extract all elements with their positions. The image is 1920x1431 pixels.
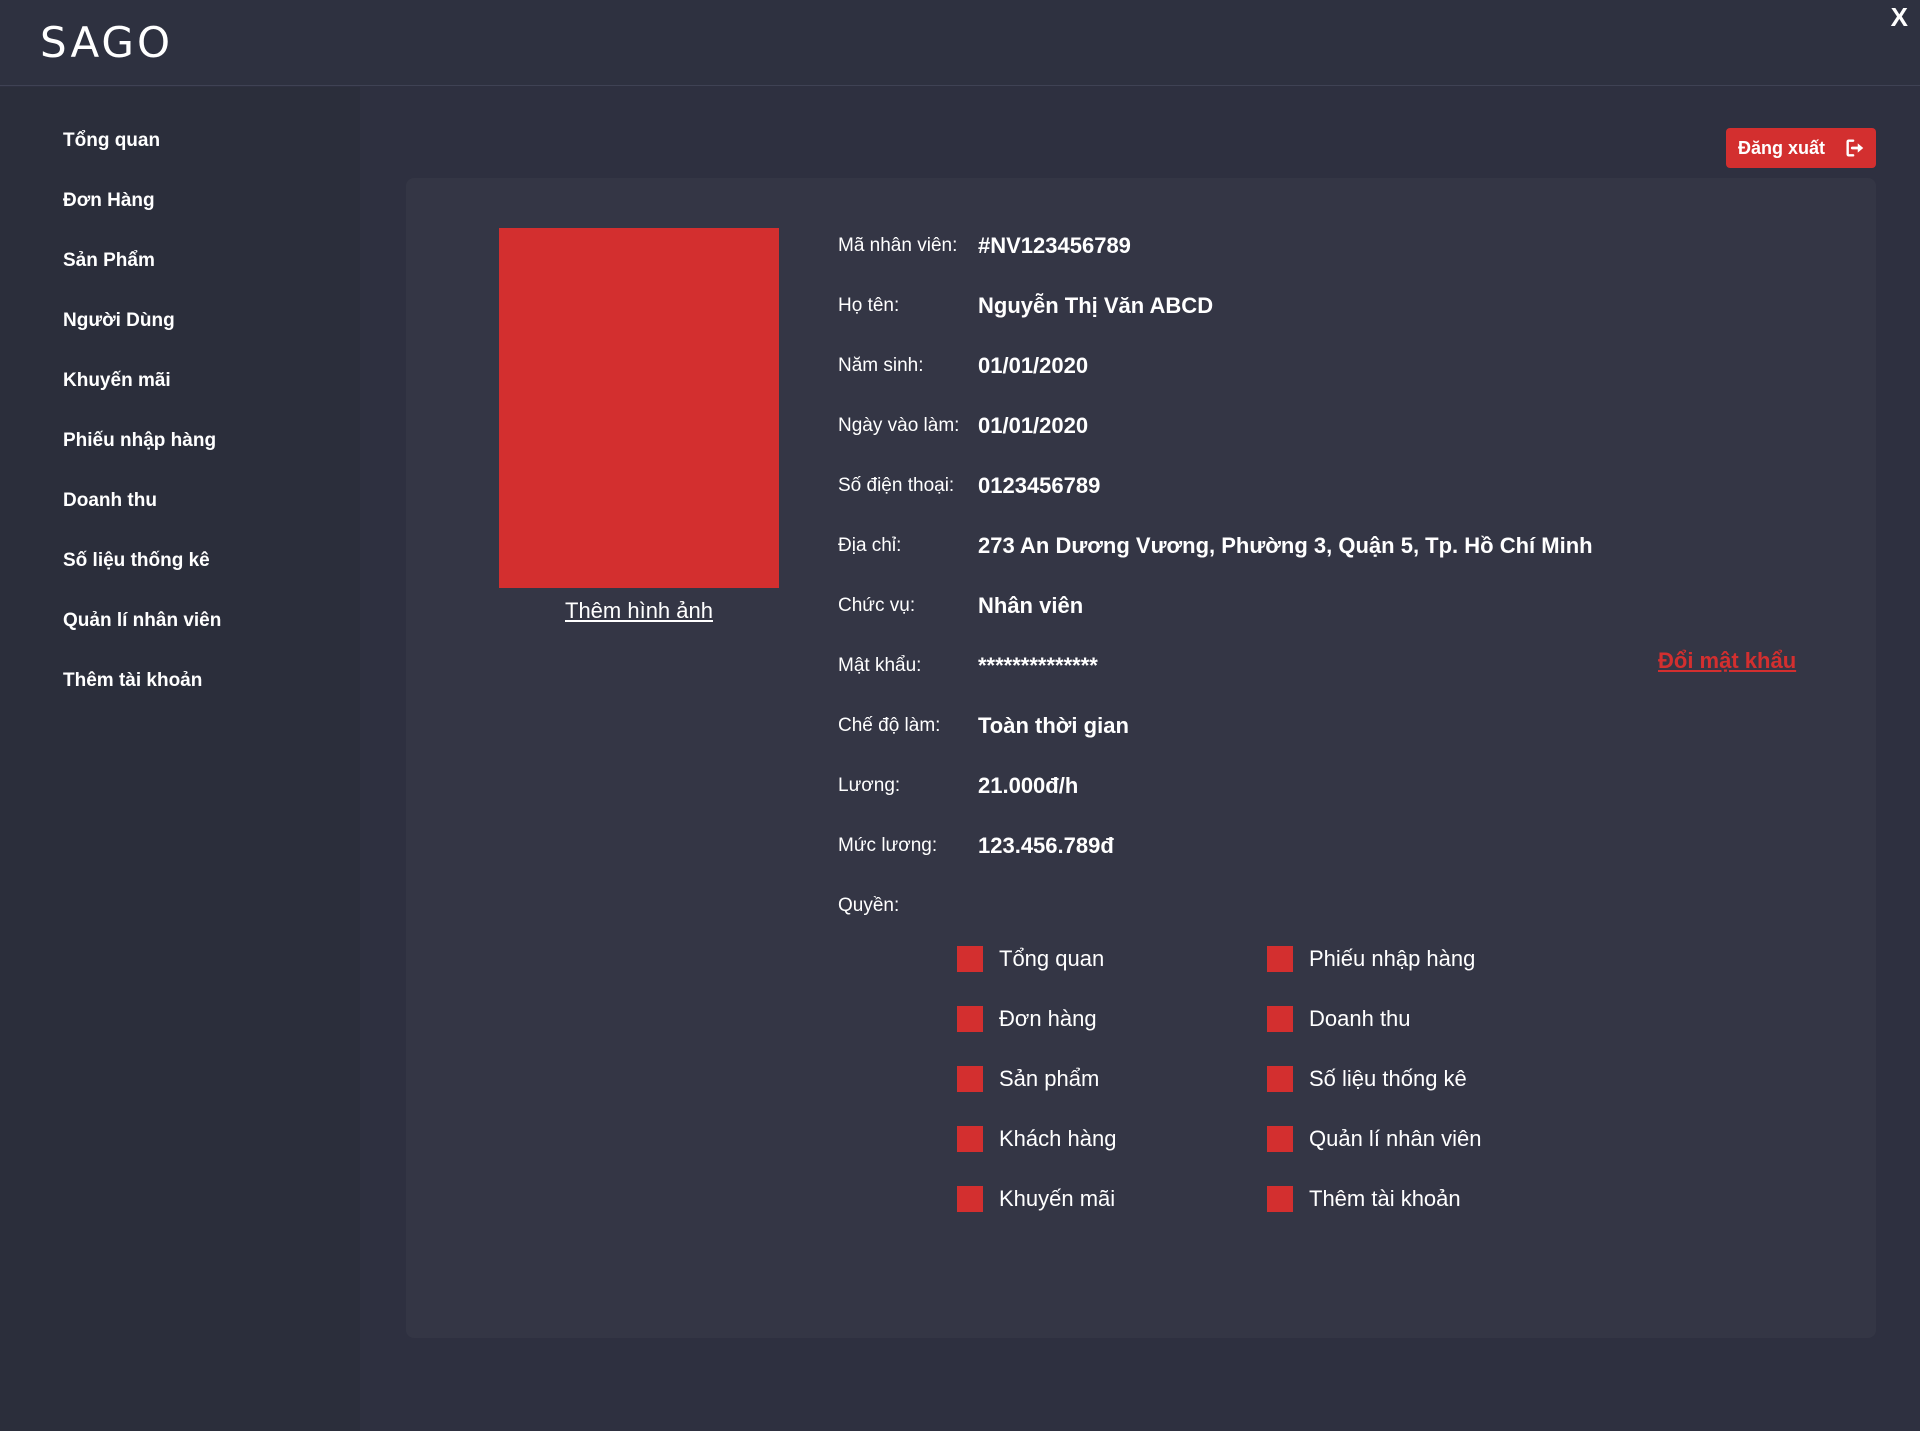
permission-checkbox[interactable]	[1267, 1066, 1293, 1092]
sidebar-item-tong-quan[interactable]: Tổng quan	[63, 130, 160, 152]
permission-checkbox[interactable]	[957, 1126, 983, 1152]
permission-phieu-nhap-hang[interactable]: Phiếu nhập hàng	[1267, 946, 1475, 972]
permission-san-pham[interactable]: Sản phẩm	[957, 1066, 1099, 1092]
work-mode-value: Toàn thời gian	[978, 713, 1129, 738]
sidebar-item-don-hang[interactable]: Đơn Hàng	[63, 190, 155, 212]
employee-id-label: Mã nhân viên:	[838, 235, 958, 256]
wage-value: 21.000đ/h	[978, 773, 1079, 798]
phone-value: 0123456789	[978, 473, 1101, 498]
permission-so-lieu-thong-ke[interactable]: Số liệu thống kê	[1267, 1066, 1467, 1092]
salary-label: Mức lương:	[838, 835, 938, 856]
permission-quan-li-nhan-vien[interactable]: Quản lí nhân viên	[1267, 1126, 1481, 1152]
permission-checkbox[interactable]	[1267, 1186, 1293, 1212]
address-value: 273 An Dương Vương, Phường 3, Quận 5, Tp…	[978, 533, 1593, 558]
start-date-label: Ngày vào làm:	[838, 415, 960, 436]
permission-checkbox[interactable]	[1267, 1006, 1293, 1032]
permission-label: Đơn hàng	[999, 1006, 1097, 1031]
sidebar-item-phieu-nhap-hang[interactable]: Phiếu nhập hàng	[63, 430, 216, 452]
full-name-label: Họ tên:	[838, 295, 900, 316]
employee-id-value: #NV123456789	[978, 233, 1131, 258]
permission-label: Phiếu nhập hàng	[1309, 946, 1476, 971]
permissions-label: Quyền:	[838, 895, 900, 916]
permission-khuyen-mai[interactable]: Khuyến mãi	[957, 1186, 1115, 1212]
permission-don-hang[interactable]: Đơn hàng	[957, 1006, 1097, 1032]
permission-label: Doanh thu	[1309, 1006, 1411, 1031]
sidebar-item-san-pham[interactable]: Sản Phẩm	[63, 250, 155, 272]
logout-label: Đăng xuất	[1738, 137, 1826, 158]
permission-label: Số liệu thống kê	[1309, 1066, 1467, 1091]
permission-checkbox[interactable]	[957, 1066, 983, 1092]
permission-checkbox[interactable]	[957, 1186, 983, 1212]
permission-label: Khuyến mãi	[999, 1186, 1116, 1211]
add-photo-link[interactable]: Thêm hình ảnh	[499, 598, 779, 624]
sidebar-item-so-lieu-thong-ke[interactable]: Số liệu thống kê	[63, 550, 210, 572]
salary-value: 123.456.789đ	[978, 833, 1114, 858]
employee-photo	[499, 228, 779, 588]
permission-them-tai-khoan[interactable]: Thêm tài khoản	[1267, 1186, 1461, 1212]
logout-button[interactable]: Đăng xuất	[1726, 128, 1876, 168]
permission-label: Tổng quan	[999, 946, 1105, 971]
permission-label: Quản lí nhân viên	[1309, 1126, 1482, 1151]
top-bar: SAGO	[0, 0, 1920, 86]
birth-year-label: Năm sinh:	[838, 355, 924, 376]
permission-label: Sản phẩm	[999, 1066, 1100, 1091]
sidebar-item-them-tai-khoan[interactable]: Thêm tài khoản	[63, 670, 202, 692]
permission-checkbox[interactable]	[1267, 946, 1293, 972]
sidebar-item-nguoi-dung[interactable]: Người Dùng	[63, 310, 175, 332]
permission-checkbox[interactable]	[957, 946, 983, 972]
wage-label: Lương:	[838, 775, 901, 796]
permission-checkbox[interactable]	[957, 1006, 983, 1032]
permission-label: Khách hàng	[999, 1126, 1117, 1151]
sign-out-icon	[1846, 139, 1864, 157]
password-value: **************	[978, 653, 1098, 678]
start-date-value: 01/01/2020	[978, 413, 1089, 438]
position-label: Chức vụ:	[838, 595, 916, 616]
permission-khach-hang[interactable]: Khách hàng	[957, 1126, 1116, 1152]
sidebar-item-khuyen-mai[interactable]: Khuyến mãi	[63, 370, 171, 392]
permission-checkbox[interactable]	[1267, 1126, 1293, 1152]
sidebar-item-quan-li-nhan-vien[interactable]: Quản lí nhân viên	[63, 610, 221, 632]
close-button[interactable]: X	[1891, 2, 1908, 33]
address-label: Địa chỉ:	[838, 535, 902, 556]
sidebar-item-doanh-thu[interactable]: Doanh thu	[63, 490, 157, 512]
permission-label: Thêm tài khoản	[1309, 1186, 1461, 1211]
full-name-value: Nguyễn Thị Văn ABCD	[978, 293, 1214, 318]
permission-tong-quan[interactable]: Tổng quan	[957, 946, 1104, 972]
position-value: Nhân viên	[978, 593, 1084, 618]
password-label: Mật khẩu:	[838, 655, 922, 676]
change-password-link[interactable]: Đổi mật khẩu	[1658, 648, 1796, 674]
permission-doanh-thu[interactable]: Doanh thu	[1267, 1006, 1411, 1032]
app-logo: SAGO	[40, 18, 174, 67]
work-mode-label: Chế độ làm:	[838, 715, 941, 736]
birth-year-value: 01/01/2020	[978, 353, 1089, 378]
phone-label: Số điện thoại:	[838, 475, 955, 496]
sidebar	[0, 87, 360, 1431]
